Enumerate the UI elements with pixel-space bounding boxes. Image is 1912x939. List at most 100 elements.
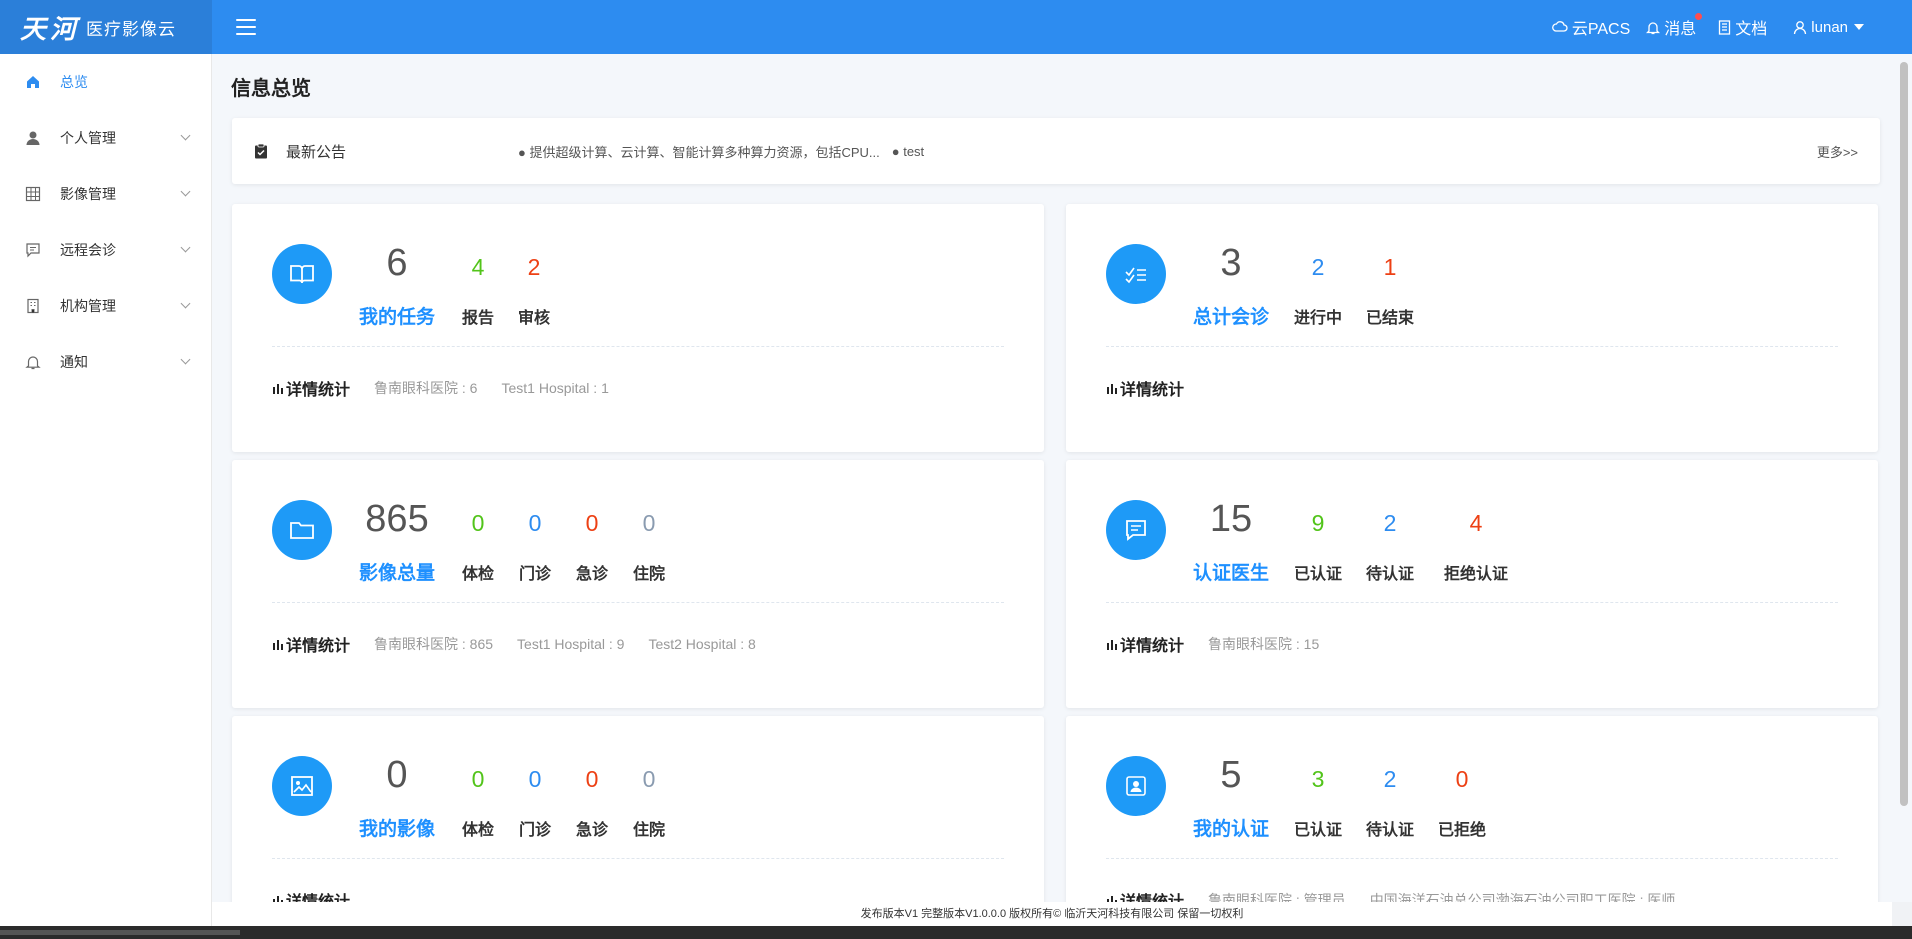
pending-label: 待认证 <box>1365 566 1414 583</box>
review-label: 审核 <box>517 310 550 327</box>
sidebar-item-label: 远程会诊 <box>60 242 116 258</box>
messages-label: 消息 <box>1664 21 1697 38</box>
certified-label: 已认证 <box>1293 822 1342 839</box>
finished-label: 已结束 <box>1365 310 1414 327</box>
detail-title: 详情统计 <box>1106 376 1184 400</box>
sidebar-item-label: 个人管理 <box>60 130 116 146</box>
my-cert-total: 5 <box>1220 754 1242 796</box>
detail-stats: 详情统计 鲁南眼科医院 : 15 <box>1106 632 1319 656</box>
certified-count: 9 <box>1311 510 1325 536</box>
home-icon <box>24 73 42 91</box>
app-logo[interactable]: 天河 医疗影像云 <box>0 0 212 54</box>
menu-toggle-button[interactable] <box>236 19 256 35</box>
scrollbar-track[interactable] <box>1892 54 1912 902</box>
announcement-item[interactable]: ● 提供超级计算、云计算、智能计算多种算力资源，包括CPU... <box>518 142 880 161</box>
detail-stat: 中国海洋石油总公司渤海石油公司职工医院 : 医师 <box>1369 892 1676 902</box>
pending-count: 2 <box>1383 766 1397 792</box>
user-menu[interactable]: lunan <box>1793 19 1864 36</box>
detail-stat: 鲁南眼科医院 : 6 <box>374 380 478 396</box>
chevron-down-icon <box>180 186 191 197</box>
report-count: 4 <box>471 254 485 280</box>
inpatient-count: 0 <box>642 766 656 792</box>
inpatient-label: 住院 <box>632 566 665 583</box>
pending-label: 待认证 <box>1365 822 1414 839</box>
building-icon <box>24 297 42 315</box>
outpatient-count: 0 <box>528 510 542 536</box>
doctor-label[interactable]: 认证医生 <box>1181 558 1281 585</box>
sidebar-item-overview[interactable]: 总览 <box>0 54 211 110</box>
image-total-label[interactable]: 影像总量 <box>347 558 447 585</box>
inpatient-label: 住院 <box>632 822 665 839</box>
detail-title: 详情统计 <box>1106 632 1184 656</box>
chat-icon <box>24 241 42 259</box>
review-count: 2 <box>527 254 541 280</box>
outpatient-label: 门诊 <box>518 822 551 839</box>
divider <box>1106 858 1838 859</box>
image-total: 865 <box>365 498 429 540</box>
detail-title: 详情统计 <box>272 888 350 902</box>
unread-badge <box>1695 13 1703 20</box>
chevron-down-icon <box>180 242 191 253</box>
scrollbar-thumb[interactable] <box>1900 62 1908 806</box>
clipboard-check-icon <box>255 143 267 159</box>
inpatient-count: 0 <box>642 510 656 536</box>
hamburger-icon <box>236 19 256 21</box>
pending-count: 2 <box>1383 510 1397 536</box>
checkup-count: 0 <box>471 766 485 792</box>
announcement-item[interactable]: ● test <box>892 144 924 159</box>
card-certified-doctors: 15 认证医生 9 已认证 2 待认证 4 拒绝认证 详情统计 鲁南眼科医院 :… <box>1066 460 1878 708</box>
sidebar-item-notifications[interactable]: 通知 <box>0 334 211 390</box>
detail-stat: Test1 Hospital : 1 <box>501 380 609 396</box>
rejected-count: 4 <box>1469 510 1483 536</box>
user-icon <box>24 129 42 147</box>
folder-icon <box>272 500 332 560</box>
announcement-title: 最新公告 <box>286 143 347 161</box>
sidebar-item-label: 通知 <box>60 354 88 370</box>
bar-chart-icon <box>273 384 283 394</box>
certified-label: 已认证 <box>1293 566 1342 583</box>
more-link[interactable]: 更多>> <box>1817 142 1858 161</box>
rejected-label: 已拒绝 <box>1437 822 1486 839</box>
consultation-label[interactable]: 总计会诊 <box>1181 302 1281 329</box>
sidebar-item-images[interactable]: 影像管理 <box>0 166 211 222</box>
detail-stat: 鲁南眼科医院 : 865 <box>374 636 494 652</box>
top-bar: 天河 医疗影像云 云PACS 消息 文档 lunan <box>0 0 1912 54</box>
checkup-label: 体检 <box>461 822 494 839</box>
my-image-label[interactable]: 我的影像 <box>347 814 447 841</box>
sidebar: 总览 个人管理 影像管理 远程会诊 机构管理 通知 <box>0 54 212 939</box>
chevron-down-icon <box>180 130 191 141</box>
bell-icon <box>24 353 42 371</box>
detail-stats: 详情统计 鲁南眼科医院 : 管理员 中国海洋石油总公司渤海石油公司职工医院 : … <box>1106 888 1675 902</box>
docs-link[interactable]: 文档 <box>1718 15 1767 39</box>
outpatient-count: 0 <box>528 766 542 792</box>
emergency-label: 急诊 <box>575 566 608 583</box>
divider <box>272 602 1004 603</box>
rejected-count: 0 <box>1455 766 1469 792</box>
sidebar-item-label: 总览 <box>60 74 88 90</box>
window-bottom-strip <box>0 926 1912 939</box>
my-cert-label[interactable]: 我的认证 <box>1181 814 1281 841</box>
finished-count: 1 <box>1383 254 1397 280</box>
detail-stat: Test2 Hospital : 8 <box>648 636 756 652</box>
card-image-total: 865 影像总量 0 体检 0 门诊 0 急诊 0 住院 详情统计 鲁南眼科医院… <box>232 460 1044 708</box>
certified-count: 3 <box>1311 766 1325 792</box>
announcement-bar: 最新公告 ● 提供超级计算、云计算、智能计算多种算力资源，包括CPU... ● … <box>232 118 1880 184</box>
user-icon <box>1794 20 1807 34</box>
footer: 发布版本V1 完整版本V1.0.0.0 版权所有© 临沂天河科技有限公司 保留一… <box>212 902 1892 926</box>
cloud-pacs-link[interactable]: 云PACS <box>1551 15 1631 39</box>
my-image-total: 0 <box>386 754 408 796</box>
book-icon <box>272 244 332 304</box>
image-icon <box>272 756 332 816</box>
bar-chart-icon <box>273 640 283 650</box>
sidebar-item-consultation[interactable]: 远程会诊 <box>0 222 211 278</box>
task-label[interactable]: 我的任务 <box>347 302 447 329</box>
in-progress-label: 进行中 <box>1293 310 1342 327</box>
document-icon <box>1719 19 1731 35</box>
cloud-pacs-label: 云PACS <box>1571 21 1631 38</box>
messages-link[interactable]: 消息 <box>1646 13 1703 39</box>
sidebar-item-personal[interactable]: 个人管理 <box>0 110 211 166</box>
emergency-label: 急诊 <box>575 822 608 839</box>
bar-chart-icon <box>1107 384 1117 394</box>
sidebar-item-institution[interactable]: 机构管理 <box>0 278 211 334</box>
checkup-label: 体检 <box>461 566 494 583</box>
